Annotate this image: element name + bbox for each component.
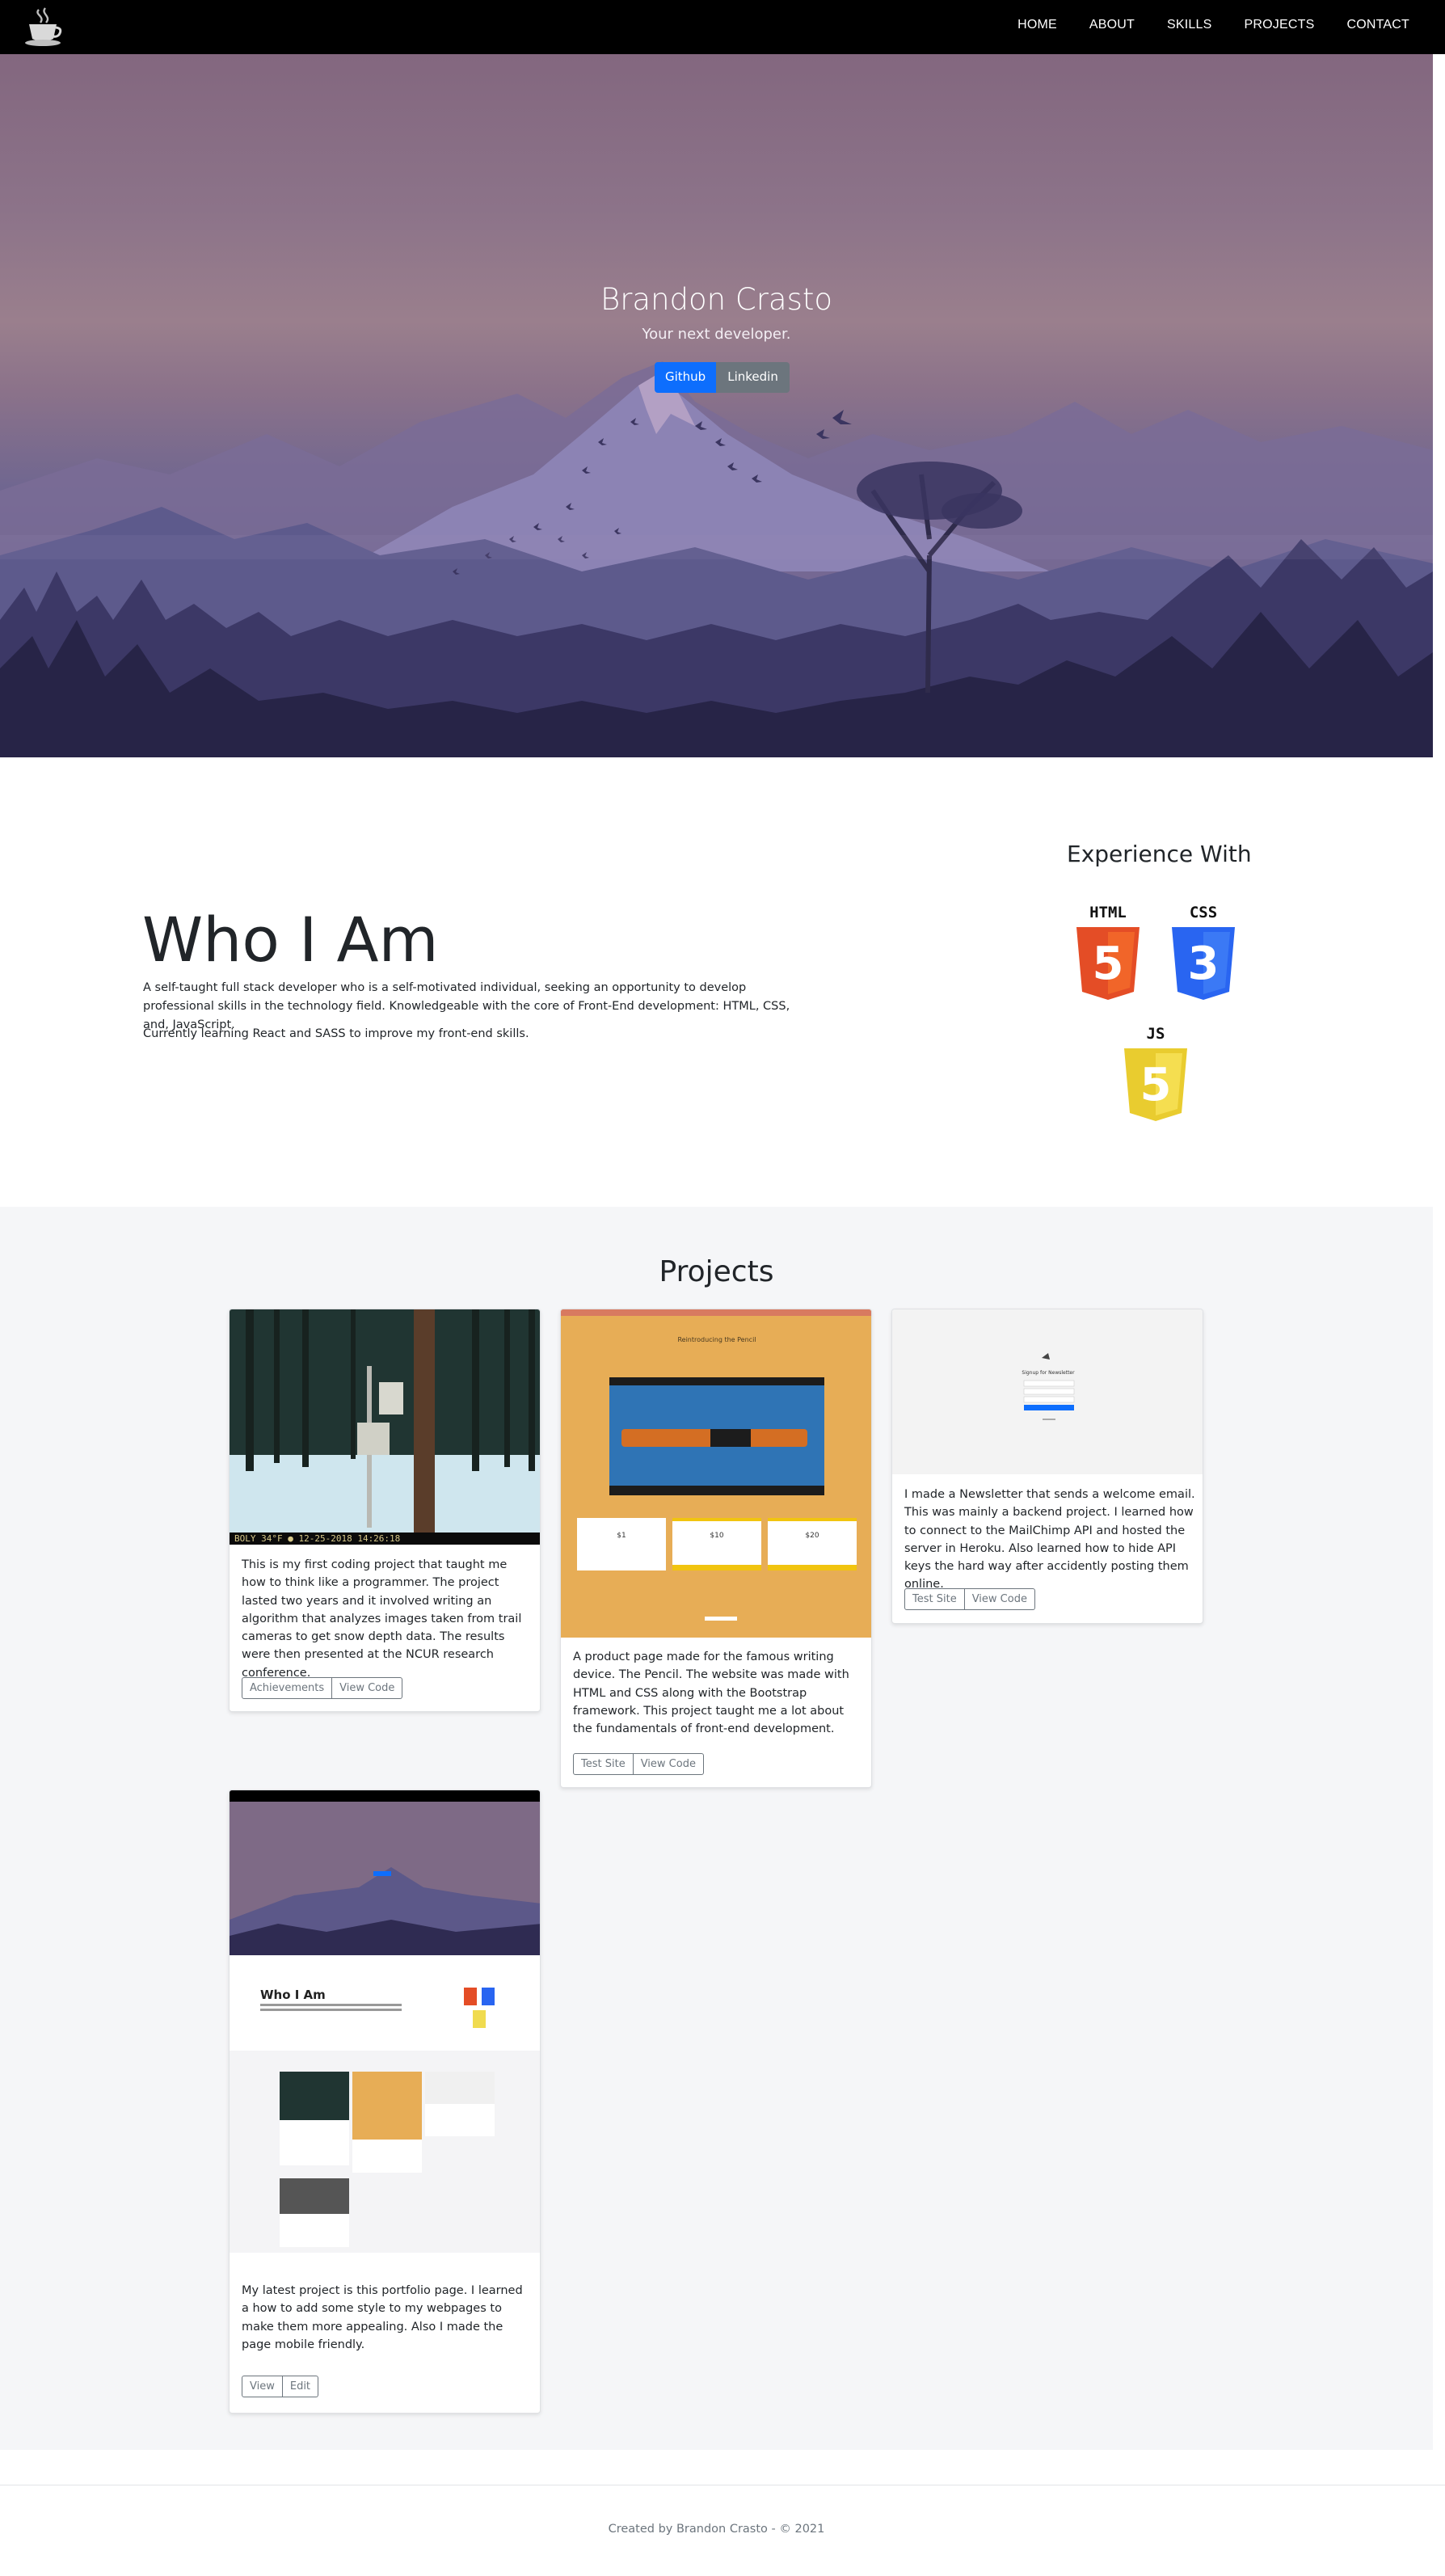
svg-text:$10: $10 bbox=[710, 1532, 723, 1540]
nav-home[interactable]: HOME bbox=[1017, 18, 1057, 32]
footer-text: Created by Brandon Crasto - © 2021 bbox=[608, 2523, 825, 2536]
pencil-site-image: Reintroducing the Pencil $1 $10 $20 bbox=[561, 1309, 871, 1638]
project-buttons: Test Site View Code bbox=[904, 1588, 1035, 1610]
svg-text:HTML: HTML bbox=[1089, 904, 1127, 921]
project-buttons: Achievements View Code bbox=[242, 1677, 403, 1699]
achievements-button[interactable]: Achievements bbox=[242, 1677, 333, 1699]
project-description: I made a Newsletter that sends a welcome… bbox=[904, 1488, 1195, 1592]
hero-buttons: Github Linkedin bbox=[655, 362, 790, 393]
svg-text:Reintroducing the Pencil: Reintroducing the Pencil bbox=[677, 1336, 756, 1343]
view-code-button[interactable]: View Code bbox=[332, 1677, 403, 1699]
hero-subtitle: Your next developer. bbox=[642, 326, 791, 343]
snow-camera-image: BOLY 34°F ● 12-25-2018 14:26:18 bbox=[230, 1309, 540, 1545]
svg-text:5: 5 bbox=[1140, 1059, 1172, 1111]
project-description: A product page made for the famous writi… bbox=[573, 1651, 849, 1736]
nav-links: HOME ABOUT SKILLS PROJECTS CONTACT bbox=[985, 18, 1409, 32]
svg-text:5: 5 bbox=[1093, 938, 1124, 990]
view-button[interactable]: View bbox=[242, 2376, 283, 2397]
about-paragraph-1: A self-taught full stack developer who i… bbox=[143, 981, 790, 1031]
newsletter-site-image: Signup for Newsletter bbox=[892, 1309, 1203, 1474]
project-card-portfolio: Who I Am My latest project is this portf… bbox=[229, 1790, 541, 2414]
view-code-button[interactable]: View Code bbox=[633, 1753, 704, 1775]
project-card-newsletter: Signup for Newsletter I made a Newslette… bbox=[891, 1309, 1203, 1624]
project-card-snow-depth: BOLY 34°F ● 12-25-2018 14:26:18 This is … bbox=[229, 1309, 541, 1712]
project-buttons: Test Site View Code bbox=[573, 1753, 704, 1775]
view-code-button[interactable]: View Code bbox=[964, 1588, 1035, 1610]
svg-text:$20: $20 bbox=[805, 1532, 819, 1540]
about-paragraph-2: Currently learning React and SASS to imp… bbox=[143, 1027, 529, 1040]
svg-text:Who I Am: Who I Am bbox=[260, 1988, 326, 2002]
about-title: Who I Am bbox=[142, 904, 439, 976]
hero-section: Brandon Crasto Your next developer. Gith… bbox=[0, 54, 1433, 757]
svg-text:JS: JS bbox=[1147, 1025, 1165, 1043]
project-description: This is my first coding project that tau… bbox=[242, 1558, 522, 1680]
css3-icon: CSS 3 bbox=[1167, 901, 1240, 1006]
coffee-cup-logo-icon[interactable] bbox=[21, 6, 65, 48]
nav-about[interactable]: ABOUT bbox=[1089, 18, 1135, 32]
mountain-landscape-image bbox=[0, 361, 1433, 757]
project-card-pencil: Reintroducing the Pencil $1 $10 $20 A pr… bbox=[560, 1309, 872, 1788]
linkedin-button[interactable]: Linkedin bbox=[716, 362, 790, 393]
navbar: HOME ABOUT SKILLS PROJECTS CONTACT bbox=[0, 0, 1445, 54]
javascript-icon: JS 5 bbox=[1119, 1022, 1192, 1128]
project-description: My latest project is this portfolio page… bbox=[242, 2284, 523, 2351]
projects-title: Projects bbox=[659, 1255, 774, 1288]
nav-contact[interactable]: CONTACT bbox=[1346, 18, 1409, 32]
svg-text:CSS: CSS bbox=[1190, 904, 1217, 921]
test-site-button[interactable]: Test Site bbox=[573, 1753, 634, 1775]
test-site-button[interactable]: Test Site bbox=[904, 1588, 965, 1610]
experience-title: Experience With bbox=[1067, 841, 1252, 867]
svg-text:3: 3 bbox=[1188, 938, 1220, 990]
github-button[interactable]: Github bbox=[655, 362, 717, 393]
html5-icon: HTML 5 bbox=[1072, 901, 1144, 1006]
svg-text:BOLY 34°F ● 12-25-2018: BOLY 34°F ● 12-25-2018 14:26:18 bbox=[234, 1533, 400, 1544]
svg-text:$1: $1 bbox=[617, 1532, 626, 1540]
edit-button[interactable]: Edit bbox=[282, 2376, 319, 2397]
nav-skills[interactable]: SKILLS bbox=[1167, 18, 1211, 32]
portfolio-site-image: Who I Am bbox=[230, 1790, 540, 2270]
project-buttons: View Edit bbox=[242, 2376, 319, 2397]
hero-title: Brandon Crasto bbox=[600, 282, 833, 317]
nav-projects[interactable]: PROJECTS bbox=[1245, 18, 1315, 32]
svg-text:Signup for Newsletter: Signup for Newsletter bbox=[1022, 1370, 1075, 1376]
